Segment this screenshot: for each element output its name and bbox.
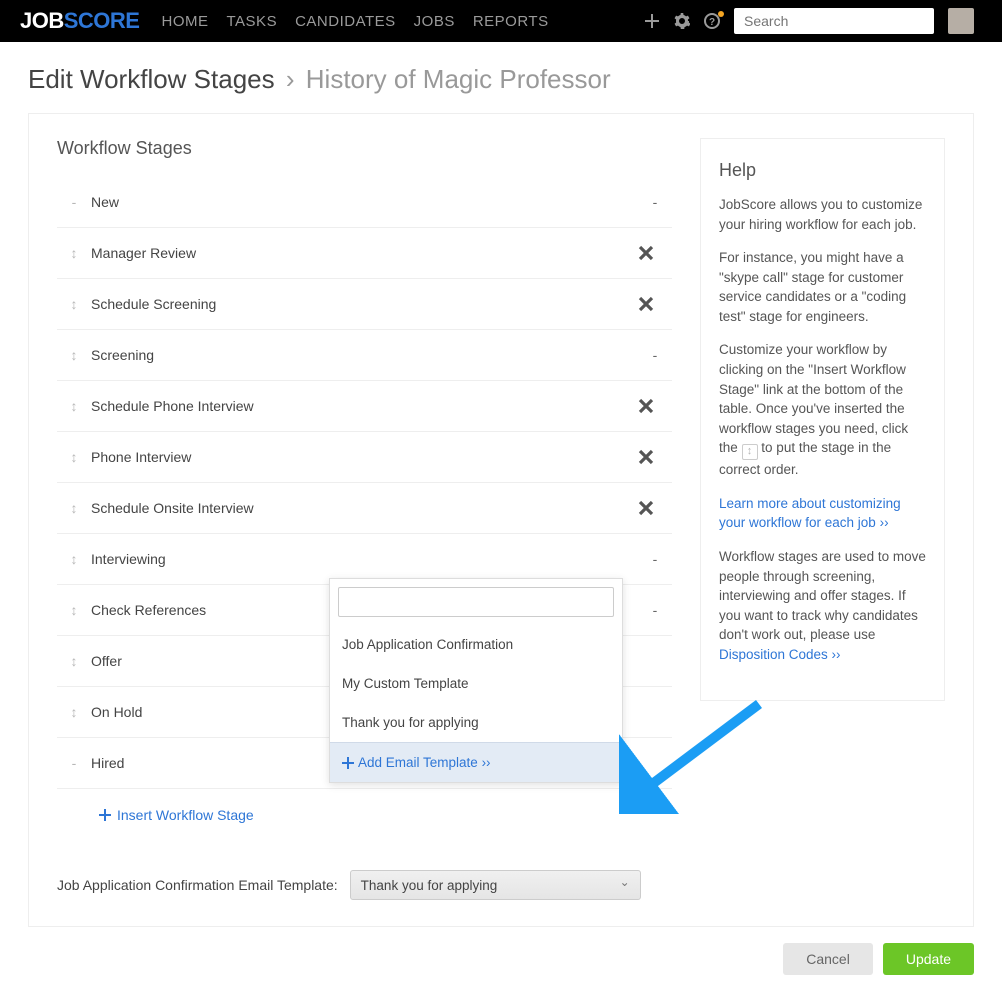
avatar[interactable] bbox=[948, 8, 974, 34]
add-email-template-link[interactable]: Add Email Template ›› bbox=[330, 742, 622, 782]
plus-icon[interactable] bbox=[644, 13, 660, 29]
help-icon[interactable]: ? bbox=[704, 13, 720, 29]
remove-stage-icon[interactable] bbox=[638, 245, 672, 261]
dash-icon: - bbox=[638, 551, 672, 567]
search-input[interactable] bbox=[734, 8, 934, 34]
dropdown-item[interactable]: Job Application Confirmation bbox=[330, 625, 622, 664]
stage-row: ↕Schedule Phone Interview bbox=[57, 381, 672, 432]
dropdown-item[interactable]: Thank you for applying bbox=[330, 703, 622, 742]
stage-name: Schedule Phone Interview bbox=[91, 398, 638, 414]
help-p1: JobScore allows you to customize your hi… bbox=[719, 195, 926, 234]
dash-icon: - bbox=[57, 755, 91, 771]
template-dropdown: Job Application Confirmation My Custom T… bbox=[329, 578, 623, 783]
help-p3: Customize your workflow by clicking on t… bbox=[719, 340, 926, 479]
remove-stage-icon[interactable] bbox=[638, 296, 672, 312]
drag-handle-icon[interactable]: ↕ bbox=[57, 500, 91, 516]
drag-handle-icon[interactable]: ↕ bbox=[57, 245, 91, 261]
remove-stage-icon[interactable] bbox=[638, 500, 672, 516]
stage-row: -New- bbox=[57, 177, 672, 228]
top-nav: JOBSCORE HOME TASKS CANDIDATES JOBS REPO… bbox=[0, 0, 1002, 42]
template-field-row: Job Application Confirmation Email Templ… bbox=[57, 870, 672, 900]
template-select[interactable]: Thank you for applying bbox=[350, 870, 641, 900]
stage-name: Manager Review bbox=[91, 245, 638, 261]
svg-text:?: ? bbox=[709, 17, 715, 28]
help-panel: Help JobScore allows you to customize yo… bbox=[700, 138, 945, 701]
dash-icon: - bbox=[638, 194, 672, 210]
drag-handle-icon[interactable]: ↕ bbox=[57, 602, 91, 618]
dash-icon: - bbox=[57, 194, 91, 210]
drag-handle-icon[interactable]: ↕ bbox=[57, 347, 91, 363]
section-title: Workflow Stages bbox=[57, 138, 672, 159]
nav-tasks[interactable]: TASKS bbox=[227, 13, 278, 30]
stage-name: Screening bbox=[91, 347, 638, 363]
stage-name: Phone Interview bbox=[91, 449, 638, 465]
gear-icon[interactable] bbox=[674, 13, 690, 29]
drag-handle-icon[interactable]: ↕ bbox=[57, 653, 91, 669]
drag-handle-icon[interactable]: ↕ bbox=[57, 551, 91, 567]
drag-handle-icon[interactable]: ↕ bbox=[57, 398, 91, 414]
logo-job: JOB bbox=[20, 8, 64, 34]
page-title: Edit Workflow Stages bbox=[28, 64, 275, 94]
help-link-customize[interactable]: Learn more about customizing your workfl… bbox=[719, 496, 901, 531]
card: Workflow Stages -New-↕Manager Review↕Sch… bbox=[28, 113, 974, 927]
stage-name: Schedule Onsite Interview bbox=[91, 500, 638, 516]
stage-row: ↕Manager Review bbox=[57, 228, 672, 279]
stage-name: New bbox=[91, 194, 638, 210]
logo[interactable]: JOBSCORE bbox=[20, 8, 140, 34]
insert-label: Insert Workflow Stage bbox=[117, 807, 254, 823]
help-link-disposition[interactable]: Disposition Codes ›› bbox=[719, 647, 841, 662]
drag-handle-icon[interactable]: ↕ bbox=[57, 449, 91, 465]
drag-handle-icon[interactable]: ↕ bbox=[57, 296, 91, 312]
nav-home[interactable]: HOME bbox=[162, 13, 209, 30]
template-field-label: Job Application Confirmation Email Templ… bbox=[57, 877, 338, 893]
dropdown-item[interactable]: My Custom Template bbox=[330, 664, 622, 703]
nav-jobs[interactable]: JOBS bbox=[414, 13, 455, 30]
insert-workflow-stage-link[interactable]: Insert Workflow Stage bbox=[99, 807, 254, 823]
stage-row: ↕Schedule Onsite Interview bbox=[57, 483, 672, 534]
chevron-icon: › bbox=[286, 64, 295, 94]
dropdown-search-input[interactable] bbox=[338, 587, 614, 617]
nav-reports[interactable]: REPORTS bbox=[473, 13, 549, 30]
stage-row: ↕Phone Interview bbox=[57, 432, 672, 483]
help-title: Help bbox=[719, 157, 926, 183]
add-template-label: Add Email Template ›› bbox=[358, 755, 491, 770]
nav-links: HOME TASKS CANDIDATES JOBS REPORTS bbox=[162, 13, 549, 30]
update-button[interactable]: Update bbox=[883, 943, 974, 975]
remove-stage-icon[interactable] bbox=[638, 449, 672, 465]
template-select-value: Thank you for applying bbox=[361, 878, 498, 893]
footer-buttons: Cancel Update bbox=[28, 943, 974, 975]
logo-score: SCORE bbox=[64, 8, 140, 34]
dash-icon: - bbox=[638, 602, 672, 618]
stage-row: ↕Schedule Screening bbox=[57, 279, 672, 330]
stage-name: Schedule Screening bbox=[91, 296, 638, 312]
drag-icon: ↕ bbox=[742, 444, 758, 460]
main-column: Workflow Stages -New-↕Manager Review↕Sch… bbox=[57, 138, 672, 900]
help-p2: For instance, you might have a "skype ca… bbox=[719, 248, 926, 326]
stage-row: ↕Screening- bbox=[57, 330, 672, 381]
remove-stage-icon[interactable] bbox=[638, 398, 672, 414]
page-subtitle: History of Magic Professor bbox=[306, 64, 611, 94]
drag-handle-icon[interactable]: ↕ bbox=[57, 704, 91, 720]
help-p4: Workflow stages are used to move people … bbox=[719, 547, 926, 664]
page-header: Edit Workflow Stages › History of Magic … bbox=[0, 42, 1002, 113]
insert-row: Insert Workflow Stage bbox=[57, 789, 672, 840]
nav-candidates[interactable]: CANDIDATES bbox=[295, 13, 396, 30]
nav-right: ? bbox=[644, 8, 974, 34]
dash-icon: - bbox=[638, 347, 672, 363]
cancel-button[interactable]: Cancel bbox=[783, 943, 873, 975]
stage-name: Interviewing bbox=[91, 551, 638, 567]
